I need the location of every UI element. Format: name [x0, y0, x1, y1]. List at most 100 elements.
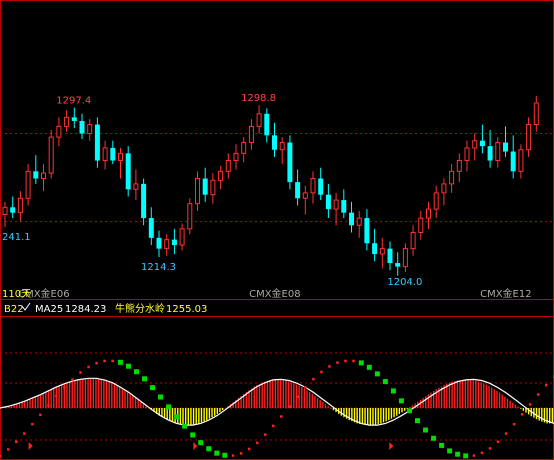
indicator-name[interactable]: B22 [4, 304, 24, 315]
candle-body [164, 239, 170, 250]
candle[interactable] [533, 95, 539, 132]
candle[interactable] [395, 252, 401, 276]
candle[interactable] [333, 192, 339, 226]
candle[interactable] [418, 210, 424, 240]
indicator-dot-down [166, 404, 172, 410]
indicator-dot-up [39, 413, 42, 417]
candle[interactable] [318, 167, 324, 201]
candle[interactable] [510, 135, 516, 179]
candle[interactable] [187, 198, 193, 235]
candle[interactable] [379, 237, 385, 269]
indicator-markers [28, 442, 394, 450]
candle[interactable] [256, 105, 262, 134]
candle[interactable] [156, 230, 162, 258]
signal-arrow-icon [193, 442, 198, 450]
candle[interactable] [125, 146, 131, 197]
candle[interactable] [341, 189, 347, 219]
candle[interactable] [310, 171, 316, 204]
indicator-dot-down [439, 442, 445, 448]
candle[interactable] [79, 113, 85, 139]
candle[interactable] [141, 178, 147, 226]
candle[interactable] [164, 234, 170, 256]
candle[interactable] [456, 153, 462, 183]
candle[interactable] [148, 207, 154, 246]
candle[interactable] [133, 169, 139, 201]
candle-body [302, 192, 308, 199]
candle-body [479, 140, 485, 147]
candle[interactable] [71, 107, 77, 129]
candle[interactable] [472, 133, 478, 161]
candle[interactable] [426, 201, 431, 229]
candle[interactable] [10, 196, 16, 219]
candle[interactable] [33, 155, 39, 184]
candle[interactable] [325, 183, 331, 219]
candle[interactable] [248, 119, 254, 150]
candle[interactable] [433, 185, 439, 219]
candle[interactable] [48, 129, 54, 179]
candle[interactable] [87, 119, 93, 141]
indicator-dot-up [304, 386, 307, 389]
candle-body [503, 142, 508, 152]
indicator-dot-down [415, 418, 421, 424]
indicator-dot-up [0, 454, 2, 458]
candle[interactable] [441, 178, 447, 206]
candle[interactable] [171, 228, 177, 255]
candle[interactable] [410, 225, 416, 256]
indicator-dot-up [512, 422, 516, 426]
candle[interactable] [25, 164, 31, 206]
candle[interactable] [356, 210, 362, 238]
candle[interactable] [225, 153, 231, 179]
candle[interactable] [210, 173, 216, 204]
candle[interactable] [295, 169, 301, 206]
indicator-dot-up [255, 441, 259, 445]
candle[interactable] [464, 140, 470, 172]
candle[interactable] [518, 144, 524, 179]
indicator-dot-down [374, 371, 380, 377]
candle[interactable] [479, 124, 485, 154]
candle[interactable] [449, 164, 455, 193]
candle[interactable] [241, 137, 247, 163]
candle[interactable] [402, 243, 408, 273]
candlestick-series[interactable] [2, 95, 539, 276]
candle[interactable] [495, 137, 501, 168]
candle[interactable] [94, 117, 100, 168]
candle[interactable] [64, 110, 70, 132]
candle[interactable] [387, 241, 393, 271]
candle[interactable] [102, 140, 108, 170]
indicator-dots [0, 359, 554, 459]
candle[interactable] [503, 126, 508, 157]
candle[interactable] [526, 117, 532, 157]
candle-body [141, 183, 147, 219]
candle[interactable] [218, 165, 224, 190]
indicator-dot-up [23, 432, 26, 435]
indicator-dot-down [182, 423, 188, 429]
candle[interactable] [56, 117, 62, 147]
candle[interactable] [372, 228, 378, 262]
indicator-dot-up [488, 447, 492, 450]
indicator-dot-up [544, 383, 548, 387]
candle[interactable] [195, 171, 200, 211]
candle[interactable] [279, 137, 285, 165]
candle[interactable] [487, 129, 493, 168]
candle[interactable] [302, 185, 308, 215]
candle[interactable] [233, 144, 239, 170]
candle[interactable] [287, 135, 293, 190]
candle[interactable] [2, 201, 8, 228]
candle[interactable] [364, 209, 370, 251]
candle[interactable] [264, 108, 270, 143]
candle[interactable] [41, 164, 46, 192]
candle[interactable] [272, 122, 277, 157]
candle[interactable] [110, 140, 116, 165]
candle-body [387, 248, 393, 264]
indicator-dot-up [271, 424, 275, 428]
candle[interactable] [179, 223, 185, 251]
candle[interactable] [17, 191, 23, 222]
candle[interactable] [202, 167, 208, 202]
candle[interactable] [118, 147, 123, 179]
candle-body [418, 217, 424, 233]
indicator-dot-up [480, 451, 484, 455]
candle-body [195, 178, 200, 205]
candle[interactable] [349, 201, 354, 233]
candle-body [449, 170, 455, 185]
candle-body [310, 178, 316, 194]
